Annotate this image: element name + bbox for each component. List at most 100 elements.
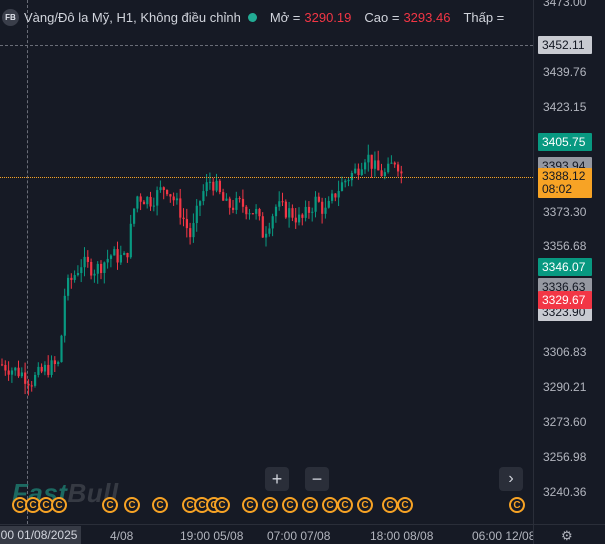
candle-body bbox=[232, 207, 235, 210]
price-tick: 3306.83 bbox=[543, 345, 587, 359]
event-icon[interactable]: C bbox=[124, 497, 140, 513]
candle-body bbox=[281, 201, 284, 203]
event-icon[interactable]: C bbox=[302, 497, 318, 513]
candle-body bbox=[14, 367, 17, 371]
candle-body bbox=[215, 180, 218, 191]
crosshair-vertical bbox=[27, 0, 28, 524]
candle-body bbox=[192, 223, 195, 238]
candle-body bbox=[354, 168, 357, 173]
candle-body bbox=[169, 194, 172, 197]
candle-body bbox=[60, 335, 63, 363]
candle-body bbox=[400, 171, 403, 174]
time-axis[interactable]: 4/08 19:00 05/08 07:00 07/08 18:00 08/08… bbox=[0, 524, 533, 544]
candle-body bbox=[1, 364, 4, 366]
candlestick-chart[interactable] bbox=[0, 0, 533, 524]
candle-body bbox=[175, 198, 179, 201]
chart-area[interactable]: FB Vàng/Đô la Mỹ, H1, Không điều chỉnh M… bbox=[0, 0, 533, 524]
candle-body bbox=[225, 198, 228, 201]
candle-body bbox=[357, 168, 360, 175]
candle-body bbox=[202, 191, 205, 202]
event-icon[interactable]: C bbox=[242, 497, 258, 513]
zoom-in-button[interactable]: + bbox=[265, 467, 289, 491]
price-tick: 3356.68 bbox=[543, 239, 587, 253]
candle-body bbox=[271, 216, 274, 229]
candle-body bbox=[397, 164, 400, 172]
candle-body bbox=[156, 190, 159, 206]
candle-body bbox=[123, 252, 126, 255]
candle-body bbox=[301, 214, 304, 218]
candle-body bbox=[103, 262, 106, 273]
candle-body bbox=[261, 216, 264, 238]
event-icon[interactable]: C bbox=[337, 497, 353, 513]
symbol-logo[interactable]: FB bbox=[2, 8, 19, 26]
candle-body bbox=[63, 295, 66, 336]
price-tick: 3423.15 bbox=[543, 100, 587, 114]
candle-body bbox=[67, 277, 70, 296]
candle-body bbox=[96, 263, 99, 274]
price-tick: 3256.98 bbox=[543, 450, 587, 464]
event-icon[interactable]: C bbox=[102, 497, 118, 513]
candle-body bbox=[248, 213, 251, 215]
event-icon[interactable]: C bbox=[382, 497, 398, 513]
candle-body bbox=[83, 256, 86, 268]
candle-body bbox=[228, 198, 231, 208]
event-icon[interactable]: C bbox=[282, 497, 298, 513]
crosshair-price-label: 3452.11 bbox=[538, 36, 592, 54]
gear-icon[interactable]: ⚙ bbox=[561, 528, 573, 544]
event-icon[interactable]: C bbox=[509, 497, 525, 513]
event-icon[interactable]: C bbox=[51, 497, 67, 513]
candle-body bbox=[133, 208, 136, 224]
zoom-out-button[interactable]: − bbox=[305, 467, 329, 491]
price-tick: 3373.30 bbox=[543, 205, 587, 219]
candle-body bbox=[93, 273, 96, 276]
candle-body bbox=[340, 182, 344, 191]
candle-body bbox=[344, 180, 347, 183]
candle-body bbox=[265, 233, 268, 238]
time-tick: 06:00 12/08 bbox=[472, 529, 533, 543]
candle-body bbox=[208, 181, 212, 183]
candle-body bbox=[291, 208, 294, 218]
event-icon[interactable]: C bbox=[322, 497, 338, 513]
candle-body bbox=[106, 258, 109, 263]
candle-body bbox=[152, 205, 155, 207]
event-icon[interactable]: C bbox=[214, 497, 230, 513]
candle-body bbox=[50, 360, 53, 375]
price-tick: 3290.21 bbox=[543, 380, 587, 394]
event-icon[interactable]: C bbox=[152, 497, 168, 513]
candle-body bbox=[314, 196, 317, 212]
candle-body bbox=[337, 190, 340, 198]
candle-body bbox=[321, 201, 324, 214]
event-icon[interactable]: C bbox=[397, 497, 413, 513]
price-tick: 3473.00 bbox=[543, 0, 587, 9]
scroll-right-button[interactable]: › bbox=[499, 467, 523, 491]
candle-body bbox=[245, 206, 248, 215]
price-tick: 3240.36 bbox=[543, 485, 587, 499]
candle-body bbox=[195, 205, 198, 224]
candle-body bbox=[393, 162, 396, 165]
candle-body bbox=[334, 193, 337, 198]
candle-body bbox=[258, 208, 261, 217]
candle-body bbox=[294, 217, 297, 223]
price-axis[interactable]: 3473.00 3452.11 3439.76 3423.15 3393.94 … bbox=[533, 0, 605, 524]
candle-body bbox=[116, 249, 119, 263]
candle-body bbox=[182, 217, 185, 220]
high-label: Cao = bbox=[364, 9, 400, 25]
status-dot-icon bbox=[247, 12, 257, 22]
event-icon[interactable]: C bbox=[357, 497, 373, 513]
candle-body bbox=[360, 169, 363, 175]
candle-body bbox=[317, 196, 320, 202]
candle-body bbox=[4, 364, 7, 371]
candle-countdown: 08:02 bbox=[542, 182, 573, 196]
event-icon[interactable]: C bbox=[262, 497, 278, 513]
economic-events-row: CCCCCCCCCCCCCCCCCCCCC bbox=[0, 497, 533, 515]
symbol-title[interactable]: Vàng/Đô la Mỹ, H1, Không điều chỉnh bbox=[24, 10, 241, 25]
candle-body bbox=[37, 366, 40, 375]
candle-body bbox=[347, 180, 350, 182]
candle-body bbox=[90, 261, 93, 276]
candle-body bbox=[146, 196, 149, 205]
candle-body bbox=[284, 201, 287, 218]
candle-body bbox=[255, 208, 258, 214]
candle-body bbox=[53, 360, 56, 365]
time-tick: 4/08 bbox=[110, 529, 134, 543]
crosshair-time-label: 08:00 01/08/2025 bbox=[0, 526, 82, 544]
